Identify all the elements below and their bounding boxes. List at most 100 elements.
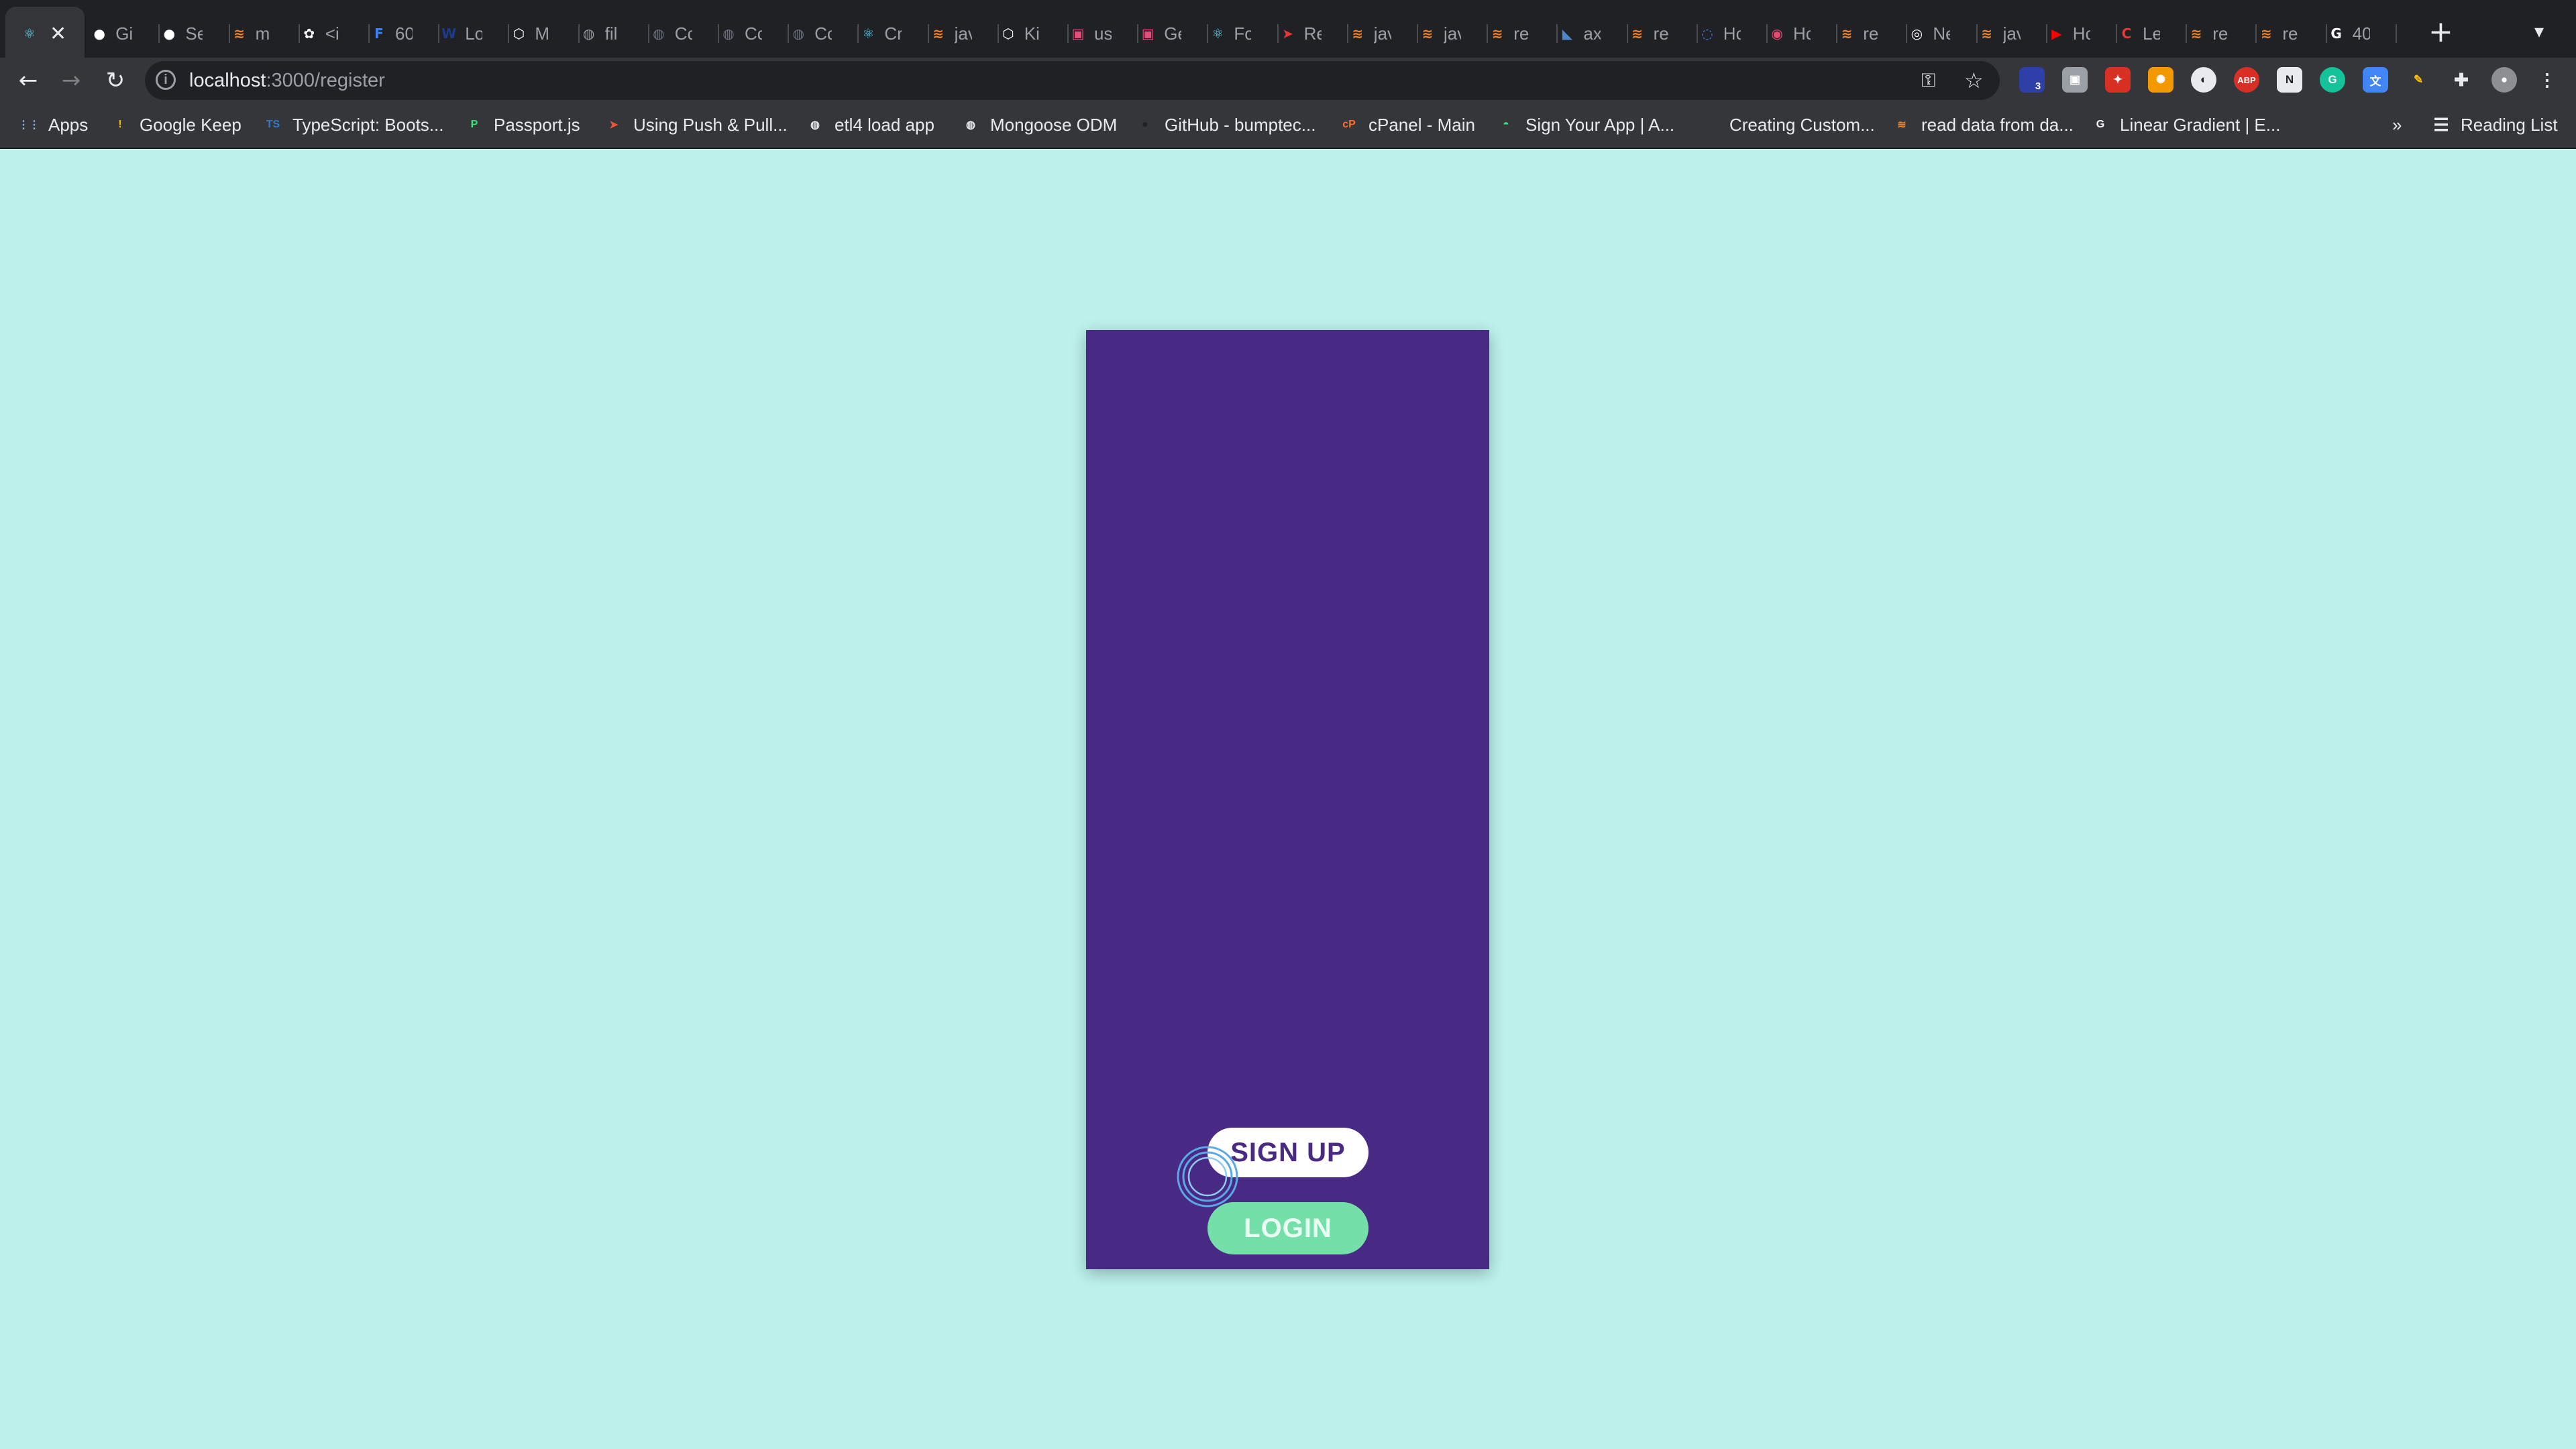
browser-tab[interactable]: ◍ Cc [789,9,859,58]
bookmark-item[interactable]: ⋮⋮ Apps [18,111,88,138]
bookmark-item[interactable]: ≋ read data from da... [1892,111,2074,138]
address-bar[interactable] [145,61,2000,100]
browser-tab[interactable]: ▣ us [1069,9,1139,58]
reading-list-label: Reading List [2461,114,2558,135]
bookmark-item[interactable]: ➤ Using Push & Pull... [604,111,787,138]
reading-list-button[interactable]: ☰ Reading List [2431,111,2558,138]
browser-tab[interactable]: ◍ Cc [649,9,719,58]
tab-title: Re [1303,23,1322,44]
bookmark-label: GitHub - bumptec... [1165,114,1316,135]
browser-tab[interactable]: G 40 [2327,9,2397,58]
browser-tab[interactable]: ⚛ Cr [859,9,929,58]
tab-title: m [255,23,270,44]
new-tab-plus-icon[interactable]: + [2428,16,2453,48]
browser-tab[interactable]: ≋ re [2257,9,2327,58]
tab-search-chevron-icon[interactable]: ▾ [2534,20,2544,42]
browser-tab[interactable]: ≋ jav [929,9,999,58]
browser-tab[interactable]: ≋ re [1628,9,1698,58]
browser-tab[interactable]: ▶ Hc [2047,9,2117,58]
url-host: localhost [189,70,266,91]
browser-tab[interactable]: ◣ ax [1558,9,1628,58]
browser-tab[interactable]: ▣ Ge [1138,9,1209,58]
browser-tab[interactable]: ⬡ M [509,9,580,58]
back-arrow-icon[interactable]: ← [12,64,44,97]
pink-square-icon: ▣ [1141,25,1155,42]
extensions-puzzle-icon[interactable]: ✚ [2449,67,2474,93]
bookmark-label: read data from da... [1921,114,2074,135]
reload-icon[interactable]: ↻ [99,64,131,97]
bookmark-item[interactable]: TS TypeScript: Boots... [263,111,444,138]
browser-tab[interactable]: ⚛ ✕ [20,9,90,58]
browser-tab[interactable]: ≋ re [1488,9,1558,58]
bookmark-item[interactable]: cP cPanel - Main [1339,111,1475,138]
bookmark-label: etl4 load app [835,114,934,135]
bookmark-item[interactable]: ◍ Mongoose ODM [961,111,1117,138]
pen-extension-icon[interactable]: ✎ [2406,67,2431,93]
bookmark-item[interactable]: ! Google Keep [110,111,241,138]
browser-tab[interactable]: ◍ Cc [719,9,790,58]
tab-title: Se [185,23,203,44]
stackoverflow-icon: ≋ [1421,25,1434,42]
key-icon[interactable]: ⚿ [1921,66,1935,95]
browser-tab[interactable]: W Lo [439,9,510,58]
react-devtools-extension-icon[interactable]: ✺ [2148,67,2174,93]
browser-tab[interactable]: ◍ fil [580,9,649,58]
dark-mode-extension-icon[interactable]: ◐ [2191,67,2216,93]
red-arrow-icon: ➤ [1282,25,1293,42]
extension-badge-icon[interactable]: 3 [2019,67,2045,93]
translate-extension-icon[interactable]: 文 [2363,67,2388,93]
bookmark-item[interactable]: ● GitHub - bumptec... [1135,111,1316,138]
browser-tab[interactable]: ◎ Ne [1907,9,1978,58]
bookmark-item[interactable]: P Passport.js [464,111,580,138]
browser-tab[interactable]: ≋ jav [1348,9,1418,58]
browser-tab[interactable]: ≋ re [2187,9,2257,58]
tab-title: re [1863,23,1879,44]
bookmark-label: cPanel - Main [1368,114,1475,135]
vpn-extension-icon[interactable]: ✦ [2105,67,2131,93]
browser-tab[interactable]: ≋ m [230,9,300,58]
tab-title: 40 [2352,23,2370,44]
bookmark-item[interactable]: • Creating Custom... [1700,111,1875,138]
forward-arrow-icon[interactable]: → [55,64,87,97]
browser-tab[interactable]: ◉ Hc [1768,9,1838,58]
tab-title: jav [1444,23,1461,44]
globe-icon: ◍ [722,25,735,42]
bookmark-arrow-icon: ➤ [609,119,619,131]
codepen-icon: ⬡ [1002,25,1014,42]
close-tab-icon[interactable]: ✕ [50,22,66,46]
browser-tab[interactable]: C Le [2117,9,2188,58]
site-info-icon[interactable]: i [156,70,176,90]
profile-avatar-icon[interactable]: ● [2491,67,2517,93]
browser-tab[interactable]: ◌ Hc [1698,9,1768,58]
tab-title: re [2212,23,2229,44]
browser-tab[interactable]: ● Se [160,9,230,58]
login-button[interactable]: LOGIN [1208,1202,1368,1254]
browser-tab[interactable]: ≋ jav [1418,9,1489,58]
tab-title: Hc [1723,23,1741,44]
tab-title: Lo [465,23,483,44]
browser-tab[interactable]: ✿ <i [300,9,370,58]
tab-title: Ne [1933,23,1950,44]
browser-tab[interactable]: ≋ jav [1978,9,2047,58]
codepen-icon: ⬡ [513,25,525,42]
chrome-menu-icon[interactable]: ⋮ [2534,67,2560,93]
bookmark-label: Mongoose ODM [990,114,1118,135]
browser-tab[interactable]: ⚛ Fo [1208,9,1279,58]
bookmark-item[interactable]: ◓ Sign Your App | A... [1496,111,1674,138]
bookmark-star-icon[interactable]: ☆ [1964,66,1984,95]
screen-capture-extension-icon[interactable]: ▣ [2062,67,2088,93]
browser-tab[interactable]: ➤ Re [1279,9,1348,58]
browser-tab[interactable]: ≋ re [1837,9,1908,58]
bookmark-item[interactable]: G Linear Gradient | E... [2090,111,2281,138]
browser-tab[interactable]: ⬡ Ki [999,9,1069,58]
overflow-label: » [2392,114,2402,135]
bookmark-item[interactable]: ◍ etl4 load app [805,111,934,138]
adblock-extension-icon[interactable]: ABP [2234,67,2259,93]
browser-tab[interactable]: ● Gi [90,9,160,58]
bookmarks-overflow-button[interactable]: » [2392,111,2402,138]
grammarly-extension-icon[interactable]: G [2320,67,2345,93]
url-text[interactable]: localhost:3000/register [189,67,385,94]
react-icon: ⚛ [1212,25,1224,42]
notion-extension-icon[interactable]: N [2277,67,2302,93]
browser-tab[interactable]: F 60 [370,9,440,58]
